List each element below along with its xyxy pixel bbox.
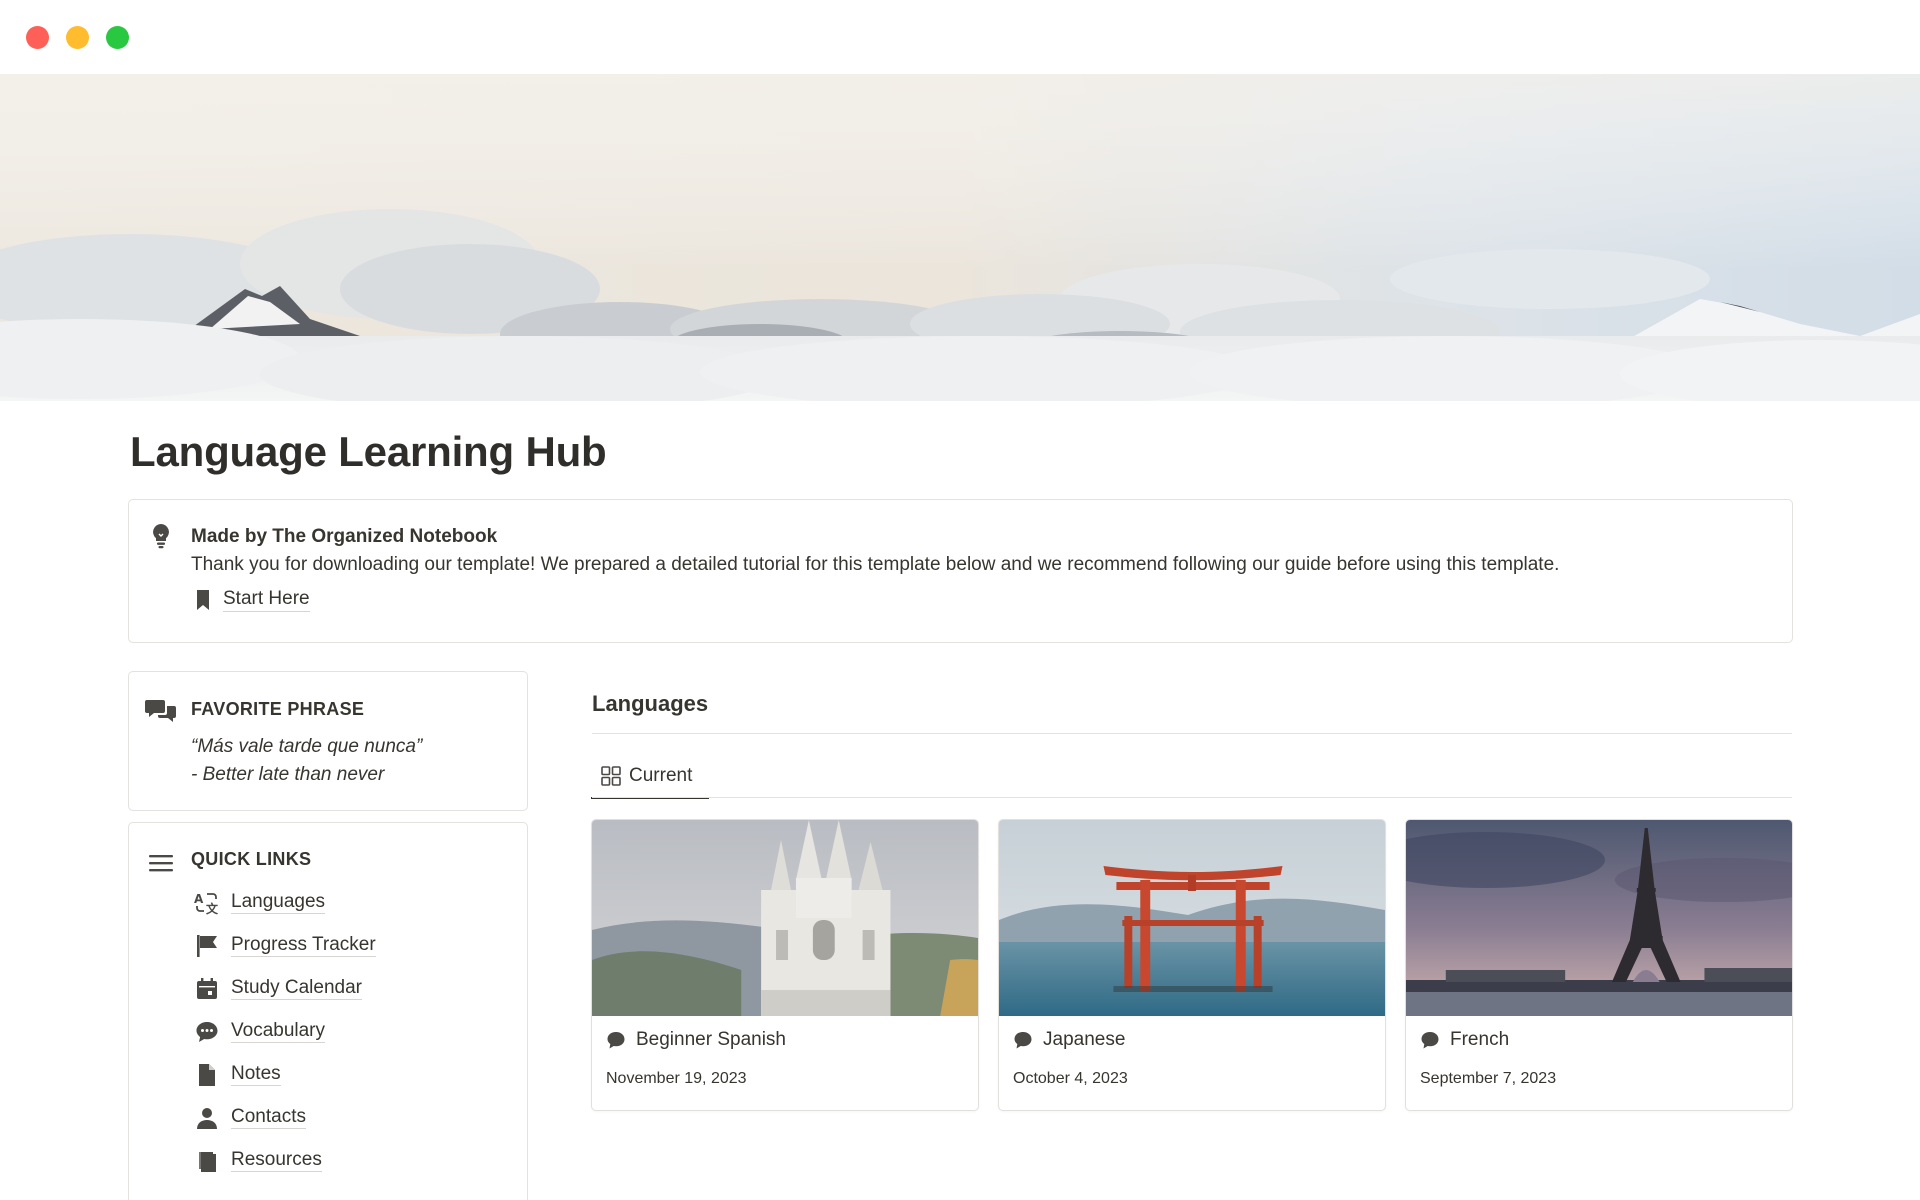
quick-links-title: QUICK LINKS bbox=[191, 849, 312, 869]
cover-image[interactable] bbox=[0, 74, 1920, 401]
svg-text:文: 文 bbox=[206, 901, 219, 915]
window-titlebar bbox=[0, 0, 1920, 74]
close-window-button[interactable] bbox=[26, 26, 49, 49]
favorite-phrase-title: FAVORITE PHRASE bbox=[191, 699, 365, 719]
heading-divider bbox=[592, 733, 1792, 734]
tab-current[interactable]: Current bbox=[591, 755, 709, 799]
quick-links-list: A 文 Languages Progress Tracker Study Cal… bbox=[193, 881, 376, 1182]
intro-callout: Made by The Organized Notebook Thank you… bbox=[128, 499, 1793, 643]
card-title[interactable]: Beginner Spanish bbox=[606, 1029, 786, 1051]
tab-current-label[interactable]: Current bbox=[629, 765, 692, 787]
callout-title: Made by The Organized Notebook bbox=[191, 526, 498, 547]
quick-link-label[interactable]: Progress Tracker bbox=[231, 934, 376, 957]
card-date: September 7, 2023 bbox=[1420, 1070, 1557, 1087]
quick-link-label[interactable]: Notes bbox=[231, 1063, 281, 1086]
language-card[interactable]: Beginner Spanish November 19, 2023 bbox=[591, 819, 979, 1111]
calendar-icon bbox=[193, 975, 221, 1003]
card-name[interactable]: Japanese bbox=[1043, 1029, 1125, 1051]
card-title[interactable]: French bbox=[1420, 1029, 1509, 1051]
start-here-label[interactable]: Start Here bbox=[223, 588, 310, 612]
card-date: October 4, 2023 bbox=[1013, 1070, 1128, 1087]
menu-icon bbox=[149, 853, 173, 878]
page-title[interactable]: Language Learning Hub bbox=[130, 428, 607, 476]
favorite-phrase-line: “Más vale tarde que nunca” bbox=[191, 736, 423, 757]
speech-bubble-icon bbox=[1014, 1032, 1032, 1049]
quick-links-card: QUICK LINKS A 文 Languages Progress Track… bbox=[128, 822, 528, 1200]
card-title[interactable]: Japanese bbox=[1013, 1029, 1125, 1051]
cathedral-photo bbox=[592, 820, 978, 1016]
quick-link-resources[interactable]: Resources bbox=[193, 1139, 376, 1182]
favorite-phrase-card: FAVORITE PHRASE “Más vale tarde que nunc… bbox=[128, 671, 528, 811]
quick-link-label[interactable]: Vocabulary bbox=[231, 1020, 326, 1043]
card-name[interactable]: French bbox=[1450, 1029, 1509, 1051]
quick-link-label[interactable]: Resources bbox=[231, 1149, 322, 1172]
svg-text:A: A bbox=[194, 892, 204, 906]
quick-link-study-calendar[interactable]: Study Calendar bbox=[193, 967, 376, 1010]
quick-link-label[interactable]: Languages bbox=[231, 891, 326, 914]
person-icon bbox=[193, 1104, 221, 1132]
language-card[interactable]: Japanese October 4, 2023 bbox=[998, 819, 1386, 1111]
favorite-phrase-text: “Más vale tarde que nunca” - Better late… bbox=[191, 733, 422, 789]
callout-text: Thank you for downloading our template! … bbox=[191, 554, 1560, 575]
start-here-link[interactable]: Start Here bbox=[195, 588, 310, 612]
quick-link-label[interactable]: Contacts bbox=[231, 1106, 306, 1129]
gallery-icon bbox=[601, 766, 621, 786]
speech-bubble-icon bbox=[607, 1032, 625, 1049]
quick-link-contacts[interactable]: Contacts bbox=[193, 1096, 376, 1139]
book-icon bbox=[193, 1147, 221, 1175]
speech-bubble-icon bbox=[1421, 1032, 1439, 1049]
favorite-phrase-translation: - Better late than never bbox=[191, 764, 385, 785]
bookmark-icon bbox=[197, 590, 209, 610]
chat-bubbles-icon bbox=[145, 698, 177, 729]
language-card[interactable]: French September 7, 2023 bbox=[1405, 819, 1793, 1111]
quick-link-notes[interactable]: Notes bbox=[193, 1053, 376, 1096]
flag-icon bbox=[193, 932, 221, 960]
eiffel-tower-photo bbox=[1406, 820, 1792, 1016]
document-icon bbox=[193, 1061, 221, 1089]
quick-link-languages[interactable]: A 文 Languages bbox=[193, 881, 376, 924]
quick-link-progress-tracker[interactable]: Progress Tracker bbox=[193, 924, 376, 967]
lightbulb-icon bbox=[149, 522, 173, 550]
translate-icon: A 文 bbox=[193, 889, 221, 917]
tab-divider bbox=[592, 797, 1792, 798]
zoom-window-button[interactable] bbox=[106, 26, 129, 49]
torii-gate-photo bbox=[999, 820, 1385, 1016]
languages-heading[interactable]: Languages bbox=[592, 691, 708, 717]
speech-bubble-icon bbox=[193, 1018, 221, 1046]
quick-link-vocabulary[interactable]: Vocabulary bbox=[193, 1010, 376, 1053]
minimize-window-button[interactable] bbox=[66, 26, 89, 49]
quick-link-label[interactable]: Study Calendar bbox=[231, 977, 362, 1000]
card-name[interactable]: Beginner Spanish bbox=[636, 1029, 786, 1051]
card-date: November 19, 2023 bbox=[606, 1070, 747, 1087]
